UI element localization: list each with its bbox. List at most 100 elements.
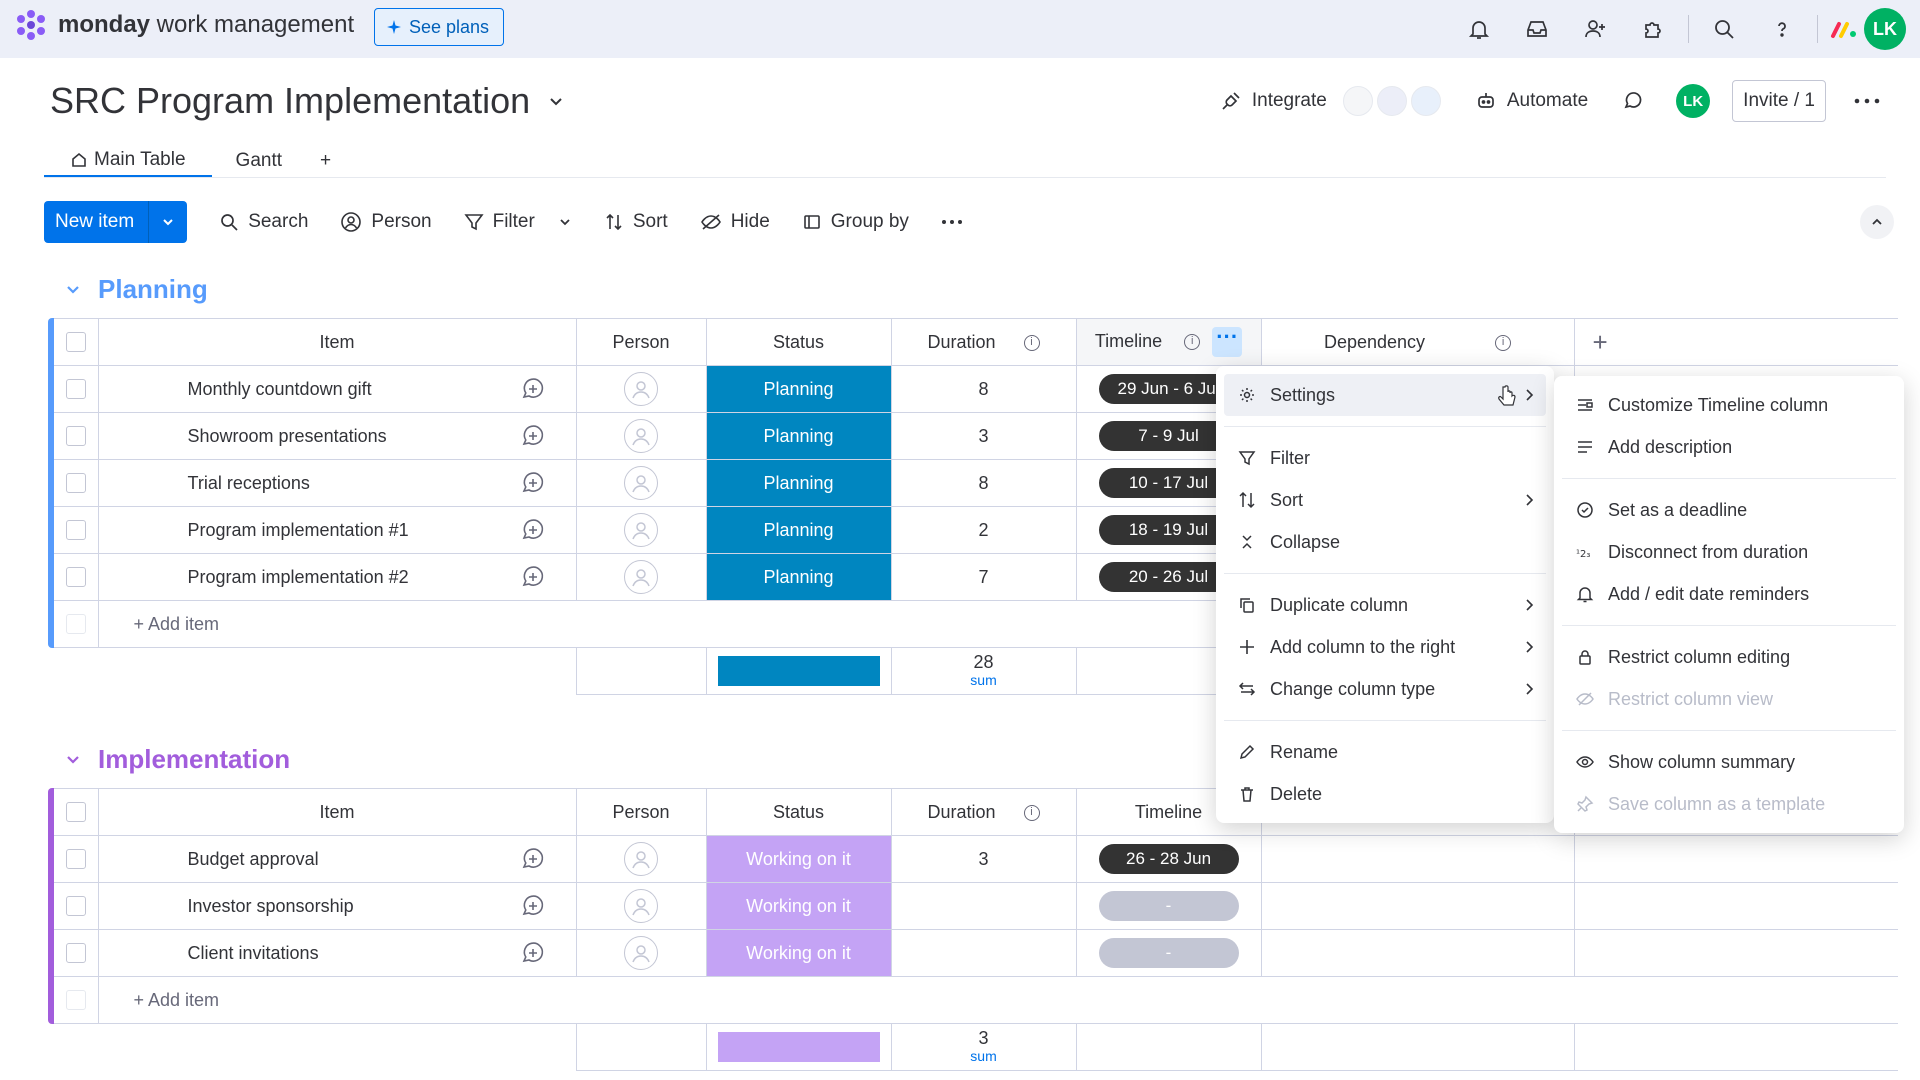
- monday-logo[interactable]: monday work management: [14, 8, 354, 42]
- add-update-cell[interactable]: [490, 929, 577, 977]
- add-update-cell[interactable]: [490, 835, 577, 883]
- info-icon[interactable]: i: [1184, 334, 1201, 350]
- person-cell[interactable]: [576, 459, 707, 507]
- row-checkbox[interactable]: [65, 379, 86, 399]
- notifications-button[interactable]: [1450, 8, 1508, 50]
- menu-item-date-reminders[interactable]: Add / edit date reminders: [1562, 573, 1896, 615]
- column-header-status[interactable]: Status: [706, 318, 892, 366]
- new-item-dropdown[interactable]: [149, 201, 187, 243]
- person-filter-button[interactable]: Person: [340, 211, 432, 233]
- menu-item-duplicate-column[interactable]: Duplicate column: [1224, 584, 1546, 626]
- status-cell[interactable]: Working on it: [706, 835, 892, 883]
- product-switcher[interactable]: [1824, 8, 1864, 50]
- info-icon[interactable]: i: [1023, 334, 1040, 351]
- row-checkbox[interactable]: [65, 426, 86, 446]
- updates-button[interactable]: [1622, 90, 1644, 112]
- toolbar-more-button[interactable]: [941, 219, 963, 225]
- add-update-cell[interactable]: [490, 506, 577, 554]
- menu-item-filter[interactable]: Filter: [1224, 437, 1546, 479]
- column-header-dependency[interactable]: Dependency i: [1261, 318, 1575, 366]
- item-name-cell[interactable]: Program implementation #1: [98, 506, 490, 554]
- search-toolbar-button[interactable]: Search: [219, 211, 308, 233]
- sort-button[interactable]: Sort: [604, 211, 668, 233]
- item-name-cell[interactable]: Monthly countdown gift: [98, 365, 490, 413]
- add-update-icon[interactable]: [520, 517, 546, 543]
- add-update-cell[interactable]: [490, 459, 577, 507]
- column-header-person[interactable]: Person: [576, 318, 707, 366]
- status-cell[interactable]: Planning: [706, 506, 892, 554]
- timeline-cell[interactable]: -: [1076, 929, 1262, 977]
- help-button[interactable]: [1753, 8, 1811, 50]
- status-cell[interactable]: Planning: [706, 553, 892, 601]
- automate-button[interactable]: Automate: [1475, 90, 1588, 112]
- column-header-status[interactable]: Status: [706, 788, 892, 836]
- menu-item-set-deadline[interactable]: Set as a deadline: [1562, 489, 1896, 531]
- duration-cell[interactable]: 8: [891, 459, 1077, 507]
- timeline-cell[interactable]: 26 - 28 Jun: [1076, 835, 1262, 883]
- duration-summary[interactable]: 3 sum: [890, 1023, 1077, 1071]
- column-header-item[interactable]: Item: [98, 318, 577, 366]
- column-menu-button[interactable]: ···: [1212, 326, 1243, 357]
- duration-cell[interactable]: [891, 882, 1077, 930]
- collapse-header-button[interactable]: [1860, 205, 1894, 239]
- add-update-icon[interactable]: [520, 846, 546, 872]
- select-all-checkbox[interactable]: [65, 332, 86, 352]
- filter-button[interactable]: Filter: [463, 211, 572, 233]
- table-row[interactable]: Client invitations Working on it -: [54, 929, 1899, 977]
- column-header-timeline[interactable]: Timeline i ···: [1076, 318, 1262, 366]
- menu-item-add-description[interactable]: Add description: [1562, 426, 1896, 468]
- row-checkbox[interactable]: [65, 473, 86, 493]
- status-summary[interactable]: [705, 647, 892, 695]
- column-header-duration[interactable]: Duration i: [891, 318, 1077, 366]
- add-update-cell[interactable]: [490, 882, 577, 930]
- dependency-cell[interactable]: [1261, 882, 1575, 930]
- row-checkbox[interactable]: [65, 943, 86, 963]
- duration-cell[interactable]: 3: [891, 835, 1077, 883]
- person-cell[interactable]: [576, 835, 707, 883]
- item-name-cell[interactable]: Trial receptions: [98, 459, 490, 507]
- invite-button[interactable]: Invite / 1: [1732, 80, 1826, 122]
- person-cell[interactable]: [576, 929, 707, 977]
- hide-button[interactable]: Hide: [700, 211, 770, 233]
- status-summary[interactable]: [705, 1023, 892, 1071]
- apps-button[interactable]: [1624, 8, 1682, 50]
- status-cell[interactable]: Working on it: [706, 929, 892, 977]
- inbox-button[interactable]: [1508, 8, 1566, 50]
- person-cell[interactable]: [576, 553, 707, 601]
- add-update-cell[interactable]: [490, 412, 577, 460]
- row-checkbox[interactable]: [65, 849, 86, 869]
- board-title[interactable]: SRC Program Implementation: [50, 80, 566, 122]
- add-update-icon[interactable]: [520, 376, 546, 402]
- add-update-icon[interactable]: [520, 423, 546, 449]
- person-cell[interactable]: [576, 882, 707, 930]
- item-name-cell[interactable]: Budget approval: [98, 835, 490, 883]
- status-cell[interactable]: Planning: [706, 365, 892, 413]
- item-name-cell[interactable]: Program implementation #2: [98, 553, 490, 601]
- search-button[interactable]: [1695, 8, 1753, 50]
- timeline-cell[interactable]: -: [1076, 882, 1262, 930]
- duration-summary[interactable]: 28 sum: [890, 647, 1077, 695]
- add-item-input[interactable]: + Add item: [98, 976, 1899, 1024]
- row-checkbox[interactable]: [65, 520, 86, 540]
- menu-item-sort[interactable]: Sort: [1224, 479, 1546, 521]
- menu-item-show-summary[interactable]: Show column summary: [1562, 741, 1896, 783]
- menu-item-change-column-type[interactable]: Change column type: [1224, 668, 1546, 710]
- duration-cell[interactable]: [891, 929, 1077, 977]
- tab-gantt[interactable]: Gantt: [212, 144, 306, 178]
- item-name-cell[interactable]: Client invitations: [98, 929, 490, 977]
- group-by-button[interactable]: Group by: [802, 211, 909, 233]
- tab-main-table[interactable]: Main Table: [44, 144, 212, 178]
- board-more-button[interactable]: [1854, 97, 1880, 105]
- add-update-icon[interactable]: [520, 940, 546, 966]
- menu-item-disconnect-duration[interactable]: ¹2₃ Disconnect from duration: [1562, 531, 1896, 573]
- invite-members-button[interactable]: [1566, 8, 1624, 50]
- add-update-icon[interactable]: [520, 564, 546, 590]
- status-cell[interactable]: Planning: [706, 412, 892, 460]
- menu-item-rename[interactable]: Rename: [1224, 731, 1546, 773]
- table-row[interactable]: Investor sponsorship Working on it -: [54, 882, 1899, 930]
- user-avatar[interactable]: LK: [1864, 8, 1906, 50]
- menu-item-restrict-editing[interactable]: Restrict column editing: [1562, 636, 1896, 678]
- board-member-avatar[interactable]: LK: [1676, 84, 1711, 118]
- select-all-checkbox[interactable]: [65, 802, 86, 822]
- info-icon[interactable]: i: [1495, 334, 1512, 351]
